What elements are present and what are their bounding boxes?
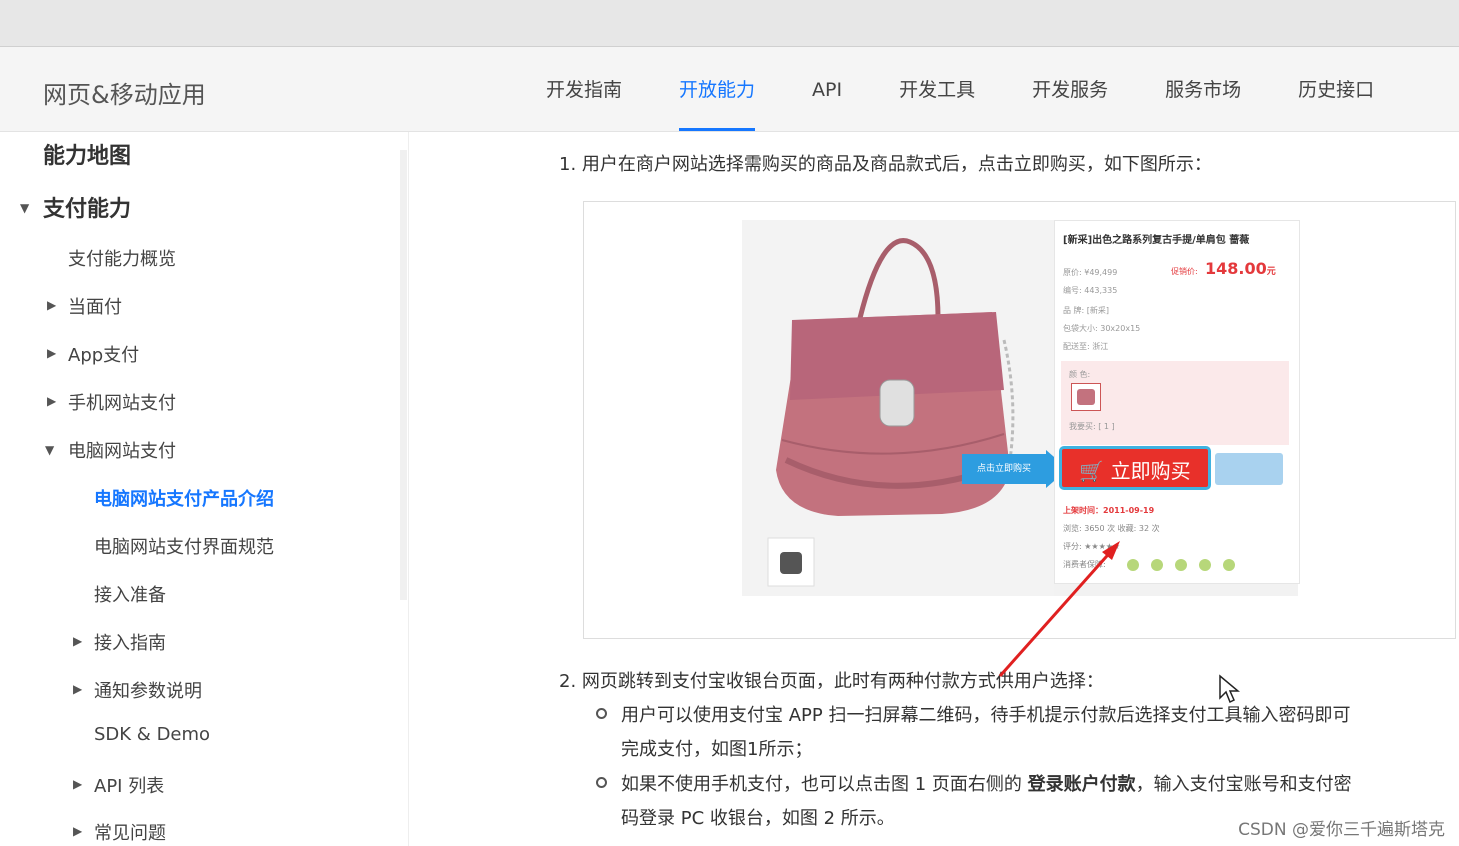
meta-line: 浏览: 3650 次 收藏: 32 次 xyxy=(1063,524,1160,533)
sidebar-item-payment-overview[interactable]: 支付能力概览 xyxy=(68,245,176,271)
caret-right-icon[interactable]: ▶ xyxy=(47,394,56,408)
color-label: 颜 色: xyxy=(1069,370,1091,379)
sidebar-item-api-list[interactable]: API 列表 xyxy=(94,772,164,798)
add-to-cart-button[interactable] xyxy=(1215,453,1283,485)
step-1-text: 1. 用户在商户网站选择需购买的商品及商品款式后，点击立即购买，如下图所示： xyxy=(559,154,1212,175)
product-info-pane: [新采]出色之路系列复古手提/单肩包 蔷薇 促销价: 148.00元 原价: ¥… xyxy=(1054,220,1300,584)
step-2-text: 2. 网页跳转到支付宝收银台页面，此时有两种付款方式供用户选择： xyxy=(559,671,1104,692)
sidebar-scrollbar[interactable] xyxy=(400,150,407,600)
site-header: 网页&移动应用 开发指南 开放能力 API 开发工具 开发服务 服务市场 历史接… xyxy=(0,47,1459,132)
listing-date: 上架时间：2011-09-19 xyxy=(1063,506,1155,515)
login-pay-text: 登录账户付款 xyxy=(1027,774,1136,795)
meta-line: 品 牌: [新采] xyxy=(1063,306,1110,315)
sidebar-item-sdk-demo[interactable]: SDK & Demo xyxy=(94,724,210,745)
badge-icon xyxy=(1175,559,1187,571)
watermark-text: CSDN @爱你三千遍斯塔克 xyxy=(1238,820,1445,840)
bullet-1-line-2: 完成支付，如图1所示； xyxy=(621,739,813,760)
sidebar-item-mobile-web-pay[interactable]: 手机网站支付 xyxy=(68,389,176,415)
nav-service-market[interactable]: 服务市场 xyxy=(1165,47,1241,131)
caret-down-icon[interactable]: ▼ xyxy=(20,201,29,215)
badge-icon xyxy=(1199,559,1211,571)
product-title: [新采]出色之路系列复古手提/单肩包 蔷薇 xyxy=(1063,235,1250,246)
bullet-1-line-1: 用户可以使用支付宝 APP 扫一扫屏幕二维码，待手机提示付款后选择支付工具输入密… xyxy=(621,705,1351,726)
handbag-image xyxy=(742,220,1054,596)
bullet-dot xyxy=(596,777,607,788)
meta-line: 配送至: 浙江 xyxy=(1063,342,1109,351)
quantity-label: 我要买: [ 1 ] xyxy=(1069,422,1115,431)
badge-icon xyxy=(1127,559,1139,571)
caret-right-icon[interactable]: ▶ xyxy=(47,298,56,312)
option-box: 颜 色: 我要买: [ 1 ] xyxy=(1061,361,1289,445)
sidebar-item-pc-web-pay[interactable]: 电脑网站支付 xyxy=(68,437,176,463)
caret-right-icon[interactable]: ▶ xyxy=(73,634,82,648)
meta-line: 编号: 443,335 xyxy=(1063,286,1118,295)
caret-right-icon[interactable]: ▶ xyxy=(47,346,56,360)
nav-dev-services[interactable]: 开发服务 xyxy=(1032,47,1108,131)
sidebar: 能力地图 ▼ 支付能力 支付能力概览 ▶ 当面付 ▶ App支付 ▶ 手机网站支… xyxy=(0,132,409,846)
buy-now-button[interactable]: 🛒 立即购买 xyxy=(1059,446,1211,490)
nav-dev-tools[interactable]: 开发工具 xyxy=(899,47,975,131)
product-price: 148.00元 xyxy=(1205,259,1276,278)
sidebar-item-app-pay[interactable]: App支付 xyxy=(68,341,139,367)
sidebar-item-notify-params[interactable]: 通知参数说明 xyxy=(94,677,202,703)
meta-line: 包袋大小: 30x20x15 xyxy=(1063,324,1141,333)
badge-icon xyxy=(1151,559,1163,571)
caret-down-icon[interactable]: ▼ xyxy=(45,443,54,457)
sidebar-item-payment-capability[interactable]: 支付能力 xyxy=(43,191,131,223)
site-brand[interactable]: 网页&移动应用 xyxy=(43,75,206,110)
sidebar-item-integration-prep[interactable]: 接入准备 xyxy=(94,581,166,607)
click-buy-hint: 点击立即购买 xyxy=(962,454,1046,484)
caret-right-icon[interactable]: ▶ xyxy=(73,777,82,791)
top-nav: 开发指南 开放能力 API 开发工具 开发服务 服务市场 历史接口 xyxy=(546,47,1374,131)
caret-right-icon[interactable]: ▶ xyxy=(73,824,82,838)
bullet-dot xyxy=(596,708,607,719)
nav-open-capability[interactable]: 开放能力 xyxy=(679,47,756,131)
price-label: 促销价: xyxy=(1171,267,1198,276)
main-content: 1. 用户在商户网站选择需购买的商品及商品款式后，点击立即购买，如下图所示： 点… xyxy=(409,132,1459,846)
sidebar-item-face-to-face[interactable]: 当面付 xyxy=(68,293,122,319)
bullet-2-line-1: 如果不使用手机支付，也可以点击图 1 页面右侧的 登录账户付款，输入支付宝账号和… xyxy=(621,774,1352,795)
sidebar-item-faq[interactable]: 常见问题 xyxy=(94,819,166,845)
nav-api[interactable]: API xyxy=(812,47,842,131)
sidebar-item-pc-pay-intro[interactable]: 电脑网站支付产品介绍 xyxy=(94,485,274,511)
caret-right-icon[interactable]: ▶ xyxy=(73,682,82,696)
badge-icon xyxy=(1223,559,1235,571)
color-swatch[interactable] xyxy=(1071,383,1101,411)
sidebar-item-integration-guide[interactable]: 接入指南 xyxy=(94,629,166,655)
bullet-2-line-2: 码登录 PC 收银台，如图 2 所示。 xyxy=(621,808,895,829)
sidebar-item-capability-map[interactable]: 能力地图 xyxy=(43,138,131,170)
product-page-screenshot: 点击立即购买 [新采]出色之路系列复古手提/单肩包 蔷薇 促销价: 148.00… xyxy=(742,220,1300,596)
mouse-cursor-icon xyxy=(1219,674,1240,704)
nav-history-api[interactable]: 历史接口 xyxy=(1298,47,1374,131)
browser-top-strip xyxy=(0,0,1459,47)
product-figure: 点击立即购买 [新采]出色之路系列复古手提/单肩包 蔷薇 促销价: 148.00… xyxy=(583,201,1456,639)
sidebar-item-pc-pay-ui-spec[interactable]: 电脑网站支付界面规范 xyxy=(94,533,274,559)
meta-line: 消费者保障: xyxy=(1063,560,1106,569)
nav-dev-guide[interactable]: 开发指南 xyxy=(546,47,622,131)
meta-line: 原价: ¥49,499 xyxy=(1063,268,1118,277)
meta-line: 评分: ★★★★★ xyxy=(1063,542,1121,551)
